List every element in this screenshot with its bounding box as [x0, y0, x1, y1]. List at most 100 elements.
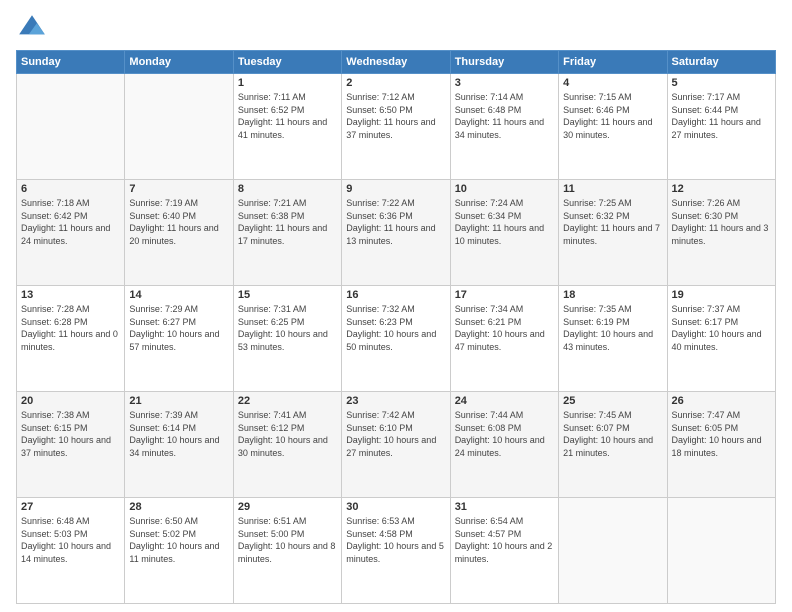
day-cell: [125, 74, 233, 180]
page: SundayMondayTuesdayWednesdayThursdayFrid…: [0, 0, 792, 612]
day-info: Sunrise: 7:12 AM Sunset: 6:50 PM Dayligh…: [346, 91, 445, 141]
day-cell: 4 Sunrise: 7:15 AM Sunset: 6:46 PM Daylig…: [559, 74, 667, 180]
day-info: Sunrise: 6:48 AM Sunset: 5:03 PM Dayligh…: [21, 515, 120, 565]
week-row-4: 27 Sunrise: 6:48 AM Sunset: 5:03 PM Dayli…: [17, 498, 776, 604]
day-cell: 22Sunrise: 7:41 AM Sunset: 6:12 PM Dayli…: [233, 392, 341, 498]
day-info: Sunrise: 7:39 AM Sunset: 6:14 PM Dayligh…: [129, 409, 228, 459]
day-number: 24: [455, 395, 554, 407]
day-number: 31: [455, 501, 554, 513]
day-cell: 14 Sunrise: 7:29 AM Sunset: 6:27 PM Dayli…: [125, 286, 233, 392]
week-row-1: 6Sunrise: 7:18 AM Sunset: 6:42 PM Daylig…: [17, 180, 776, 286]
day-cell: 23 Sunrise: 7:42 AM Sunset: 6:10 PM Dayli…: [342, 392, 450, 498]
day-number: 26: [672, 395, 771, 407]
weekday-header-tuesday: Tuesday: [233, 51, 341, 74]
day-info: Sunrise: 7:35 AM Sunset: 6:19 PM Dayligh…: [563, 303, 662, 353]
day-cell: 28 Sunrise: 6:50 AM Sunset: 5:02 PM Dayli…: [125, 498, 233, 604]
day-number: 7: [129, 183, 228, 195]
day-cell: 11 Sunrise: 7:25 AM Sunset: 6:32 PM Dayli…: [559, 180, 667, 286]
logo: [16, 12, 52, 44]
day-info: Sunrise: 7:29 AM Sunset: 6:27 PM Dayligh…: [129, 303, 228, 353]
day-info: Sunrise: 7:44 AM Sunset: 6:08 PM Dayligh…: [455, 409, 554, 459]
day-number: 22: [238, 395, 337, 407]
day-number: 23: [346, 395, 445, 407]
weekday-header-sunday: Sunday: [17, 51, 125, 74]
day-info: Sunrise: 7:42 AM Sunset: 6:10 PM Dayligh…: [346, 409, 445, 459]
day-info: Sunrise: 6:50 AM Sunset: 5:02 PM Dayligh…: [129, 515, 228, 565]
weekday-header-saturday: Saturday: [667, 51, 775, 74]
day-info: Sunrise: 7:22 AM Sunset: 6:36 PM Dayligh…: [346, 197, 445, 247]
day-cell: 2 Sunrise: 7:12 AM Sunset: 6:50 PM Daylig…: [342, 74, 450, 180]
weekday-header-wednesday: Wednesday: [342, 51, 450, 74]
day-cell: 26Sunrise: 7:47 AM Sunset: 6:05 PM Dayli…: [667, 392, 775, 498]
day-cell: 27 Sunrise: 6:48 AM Sunset: 5:03 PM Dayli…: [17, 498, 125, 604]
day-cell: 13Sunrise: 7:28 AM Sunset: 6:28 PM Dayli…: [17, 286, 125, 392]
day-cell: 10 Sunrise: 7:24 AM Sunset: 6:34 PM Dayli…: [450, 180, 558, 286]
day-info: Sunrise: 7:34 AM Sunset: 6:21 PM Dayligh…: [455, 303, 554, 353]
day-number: 17: [455, 289, 554, 301]
day-cell: 18 Sunrise: 7:35 AM Sunset: 6:19 PM Dayli…: [559, 286, 667, 392]
day-number: 1: [238, 77, 337, 89]
day-cell: [17, 74, 125, 180]
day-cell: 25 Sunrise: 7:45 AM Sunset: 6:07 PM Dayli…: [559, 392, 667, 498]
day-cell: 5 Sunrise: 7:17 AM Sunset: 6:44 PM Daylig…: [667, 74, 775, 180]
day-number: 10: [455, 183, 554, 195]
day-cell: 29 Sunrise: 6:51 AM Sunset: 5:00 PM Dayli…: [233, 498, 341, 604]
day-number: 5: [672, 77, 771, 89]
day-info: Sunrise: 7:14 AM Sunset: 6:48 PM Dayligh…: [455, 91, 554, 141]
day-cell: 12 Sunrise: 7:26 AM Sunset: 6:30 PM Dayli…: [667, 180, 775, 286]
day-cell: 16Sunrise: 7:32 AM Sunset: 6:23 PM Dayli…: [342, 286, 450, 392]
header: [16, 12, 776, 44]
day-number: 2: [346, 77, 445, 89]
day-number: 9: [346, 183, 445, 195]
day-number: 14: [129, 289, 228, 301]
weekday-header-thursday: Thursday: [450, 51, 558, 74]
day-number: 15: [238, 289, 337, 301]
weekday-header-row: SundayMondayTuesdayWednesdayThursdayFrid…: [17, 51, 776, 74]
day-info: Sunrise: 7:26 AM Sunset: 6:30 PM Dayligh…: [672, 197, 771, 247]
day-cell: 24 Sunrise: 7:44 AM Sunset: 6:08 PM Dayli…: [450, 392, 558, 498]
day-number: 30: [346, 501, 445, 513]
day-number: 16: [346, 289, 445, 301]
day-number: 11: [563, 183, 662, 195]
day-cell: 31Sunrise: 6:54 AM Sunset: 4:57 PM Dayli…: [450, 498, 558, 604]
day-cell: 19 Sunrise: 7:37 AM Sunset: 6:17 PM Dayli…: [667, 286, 775, 392]
day-cell: 20Sunrise: 7:38 AM Sunset: 6:15 PM Dayli…: [17, 392, 125, 498]
day-number: 20: [21, 395, 120, 407]
week-row-2: 13Sunrise: 7:28 AM Sunset: 6:28 PM Dayli…: [17, 286, 776, 392]
day-cell: 7Sunrise: 7:19 AM Sunset: 6:40 PM Daylig…: [125, 180, 233, 286]
day-number: 8: [238, 183, 337, 195]
day-number: 4: [563, 77, 662, 89]
day-number: 6: [21, 183, 120, 195]
day-cell: 21 Sunrise: 7:39 AM Sunset: 6:14 PM Dayli…: [125, 392, 233, 498]
day-number: 29: [238, 501, 337, 513]
day-number: 27: [21, 501, 120, 513]
day-cell: 17 Sunrise: 7:34 AM Sunset: 6:21 PM Dayli…: [450, 286, 558, 392]
week-row-0: 1 Sunrise: 7:11 AM Sunset: 6:52 PM Daylig…: [17, 74, 776, 180]
day-number: 28: [129, 501, 228, 513]
day-info: Sunrise: 7:45 AM Sunset: 6:07 PM Dayligh…: [563, 409, 662, 459]
day-cell: [667, 498, 775, 604]
day-info: Sunrise: 7:37 AM Sunset: 6:17 PM Dayligh…: [672, 303, 771, 353]
day-number: 19: [672, 289, 771, 301]
day-info: Sunrise: 7:15 AM Sunset: 6:46 PM Dayligh…: [563, 91, 662, 141]
day-info: Sunrise: 7:25 AM Sunset: 6:32 PM Dayligh…: [563, 197, 662, 247]
day-cell: 3Sunrise: 7:14 AM Sunset: 6:48 PM Daylig…: [450, 74, 558, 180]
day-info: Sunrise: 7:17 AM Sunset: 6:44 PM Dayligh…: [672, 91, 771, 141]
day-number: 12: [672, 183, 771, 195]
weekday-header-friday: Friday: [559, 51, 667, 74]
day-info: Sunrise: 7:31 AM Sunset: 6:25 PM Dayligh…: [238, 303, 337, 353]
day-info: Sunrise: 7:24 AM Sunset: 6:34 PM Dayligh…: [455, 197, 554, 247]
day-info: Sunrise: 6:53 AM Sunset: 4:58 PM Dayligh…: [346, 515, 445, 565]
day-info: Sunrise: 7:11 AM Sunset: 6:52 PM Dayligh…: [238, 91, 337, 141]
day-info: Sunrise: 6:51 AM Sunset: 5:00 PM Dayligh…: [238, 515, 337, 565]
day-number: 25: [563, 395, 662, 407]
day-cell: 15 Sunrise: 7:31 AM Sunset: 6:25 PM Dayli…: [233, 286, 341, 392]
day-cell: 1 Sunrise: 7:11 AM Sunset: 6:52 PM Daylig…: [233, 74, 341, 180]
day-cell: 8 Sunrise: 7:21 AM Sunset: 6:38 PM Daylig…: [233, 180, 341, 286]
weekday-header-monday: Monday: [125, 51, 233, 74]
day-info: Sunrise: 7:28 AM Sunset: 6:28 PM Dayligh…: [21, 303, 120, 353]
day-number: 18: [563, 289, 662, 301]
calendar: SundayMondayTuesdayWednesdayThursdayFrid…: [16, 50, 776, 604]
day-number: 21: [129, 395, 228, 407]
day-info: Sunrise: 7:21 AM Sunset: 6:38 PM Dayligh…: [238, 197, 337, 247]
